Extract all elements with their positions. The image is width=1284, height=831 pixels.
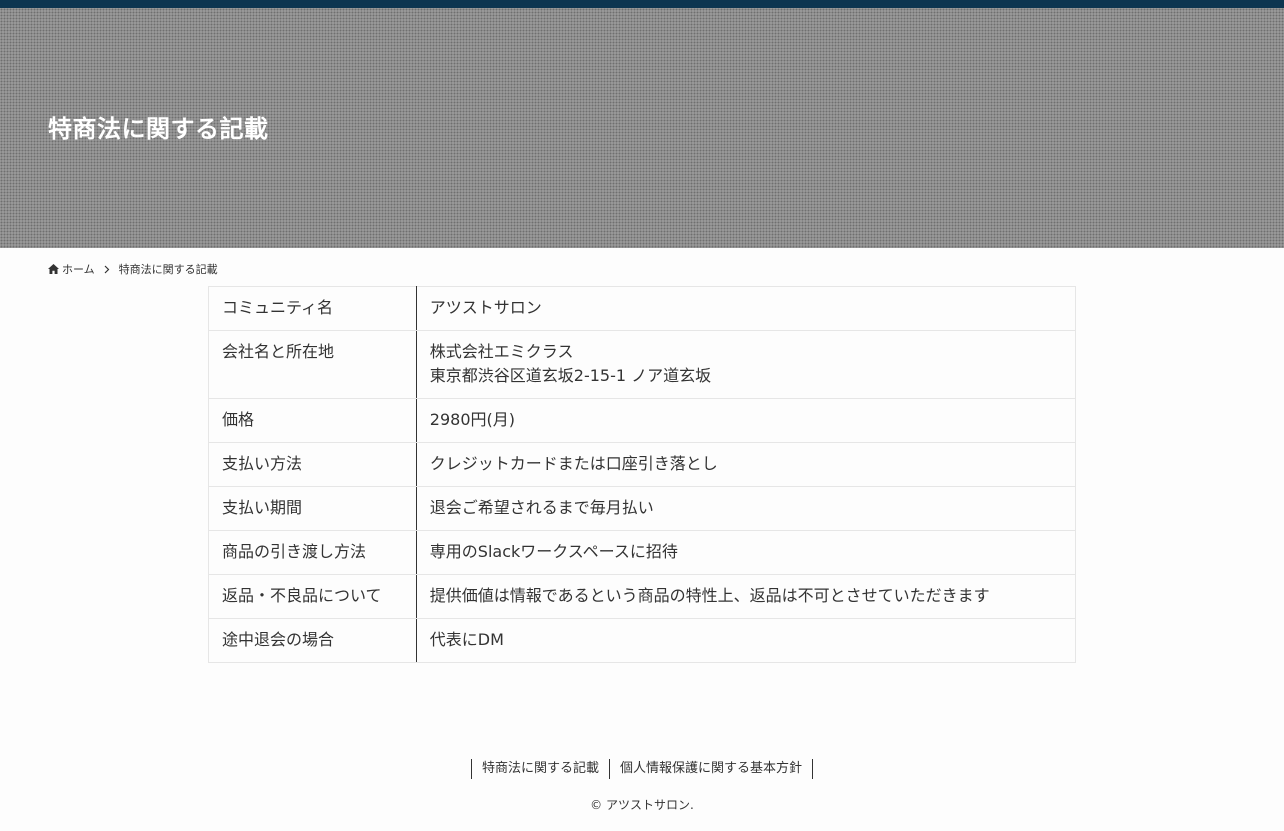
row-value: 2980円(月) — [415, 398, 1077, 443]
row-value: 株式会社エミクラス東京都渋谷区道玄坂2-15-1 ノア道玄坂 — [415, 330, 1077, 399]
row-value: 提供価値は情報であるという商品の特性上、返品は不可とさせていただきます — [415, 574, 1077, 619]
home-icon — [48, 264, 59, 274]
breadcrumb-current: 特商法に関する記載 — [118, 263, 218, 276]
row-label: 商品の引き渡し方法 — [208, 530, 417, 575]
table-row: 価格 2980円(月) — [208, 398, 1077, 443]
footer-link-privacy-policy[interactable]: 個人情報保護に関する基本方針 — [609, 759, 814, 779]
row-label: 途中退会の場合 — [208, 618, 417, 663]
footer-nav: 特商法に関する記載 個人情報保護に関する基本方針 — [471, 759, 814, 779]
row-label: 価格 — [208, 398, 417, 443]
row-value: アツストサロン — [415, 286, 1077, 331]
row-value-line: 専用のSlackワークスペースに招待 — [429, 542, 678, 561]
table-row: 途中退会の場合 代表にDM — [208, 618, 1077, 663]
row-value: 代表にDM — [415, 618, 1077, 663]
table-row: 支払い期間 退会ご希望されるまで毎月払い — [208, 486, 1077, 531]
row-value-line: クレジットカードまたは口座引き落とし — [429, 454, 718, 473]
row-value-line: 提供価値は情報であるという商品の特性上、返品は不可とさせていただきます — [429, 586, 990, 605]
page-title: 特商法に関する記載 — [48, 115, 269, 143]
row-value-line: 株式会社エミクラス — [429, 342, 574, 361]
row-value-line: アツストサロン — [429, 298, 542, 317]
page-header-banner: 特商法に関する記載 — [0, 8, 1284, 248]
row-label: 会社名と所在地 — [208, 330, 417, 399]
table-row: コミュニティ名 アツストサロン — [208, 286, 1077, 331]
copyright: © アツストサロン. — [590, 798, 694, 812]
table-row: 支払い方法 クレジットカードまたは口座引き落とし — [208, 442, 1077, 487]
table-row: 返品・不良品について 提供価値は情報であるという商品の特性上、返品は不可とさせてい… — [208, 574, 1077, 619]
row-label: コミュニティ名 — [208, 286, 417, 331]
legal-notice-table: コミュニティ名 アツストサロン 会社名と所在地 株式会社エミクラス東京都渋谷区道玄坂2… — [208, 286, 1077, 663]
row-value-line: 代表にDM — [429, 630, 504, 649]
row-label: 支払い方法 — [208, 442, 417, 487]
row-value-line: 2980円(月) — [429, 410, 516, 429]
row-label: 返品・不良品について — [208, 574, 417, 619]
footer-link-legal-notice[interactable]: 特商法に関する記載 — [471, 759, 609, 779]
row-value: 専用のSlackワークスペースに招待 — [415, 530, 1077, 575]
top-accent-bar — [0, 0, 1284, 8]
chevron-right-icon — [104, 265, 110, 273]
table-row: 商品の引き渡し方法 専用のSlackワークスペースに招待 — [208, 530, 1077, 575]
row-value: 退会ご希望されるまで毎月払い — [415, 486, 1077, 531]
breadcrumb: ホーム 特商法に関する記載 — [48, 261, 218, 277]
row-value-line: 退会ご希望されるまで毎月払い — [429, 498, 654, 517]
row-value-line: 東京都渋谷区道玄坂2-15-1 ノア道玄坂 — [429, 366, 712, 385]
row-value: クレジットカードまたは口座引き落とし — [415, 442, 1077, 487]
breadcrumb-home-link[interactable]: ホーム — [62, 261, 95, 277]
table-row: 会社名と所在地 株式会社エミクラス東京都渋谷区道玄坂2-15-1 ノア道玄坂 — [208, 330, 1077, 399]
row-label: 支払い期間 — [208, 486, 417, 531]
